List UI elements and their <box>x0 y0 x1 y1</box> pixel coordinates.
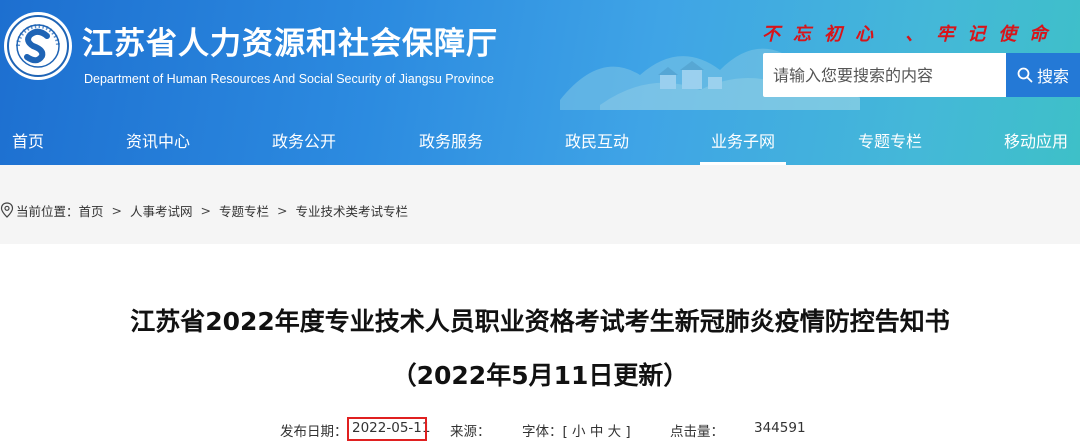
slogan-text: 不忘初心 、牢记使命 <box>762 24 1061 45</box>
breadcrumb: 当前位置： 首页 > 人事考试网 > 专题专栏 > 专业技术类考试专栏 <box>0 200 408 220</box>
breadcrumb-home[interactable]: 首页 <box>79 201 104 220</box>
date-highlight-box <box>347 417 427 441</box>
nav-item-gov-affairs[interactable]: 政务公开 <box>264 118 344 165</box>
article-panel <box>0 244 1080 444</box>
ministry-logo[interactable] <box>4 12 72 80</box>
article-title: 江苏省2022年度专业技术人员职业资格考试考生新冠肺炎疫情防控告知书 <box>130 307 950 336</box>
search-input[interactable] <box>763 53 1006 97</box>
nav-item-gov-services[interactable]: 政务服务 <box>411 118 491 165</box>
nav-item-mobile[interactable]: 移动应用 <box>996 118 1076 165</box>
breadcrumb-professional-exams[interactable]: 专业技术类考试专栏 <box>296 201 409 220</box>
breadcrumb-separator: > <box>277 202 288 218</box>
breadcrumb-exam-site[interactable]: 人事考试网 <box>130 201 193 220</box>
breadcrumb-separator: > <box>200 202 212 218</box>
main-nav: 首页 资讯中心 政务公开 政务服务 政民互动 业务子网 专题专栏 移动应用 <box>0 118 1080 165</box>
nav-item-subsites[interactable]: 业务子网 <box>700 118 786 165</box>
hit-count-label: 点击量： <box>670 424 724 440</box>
breadcrumb-special-topics[interactable]: 专题专栏 <box>219 201 269 220</box>
article-meta: 发布日期： 2022-05-11 来源： 字体：[ 小 中 大 ] 点击量： 3… <box>0 420 1080 440</box>
source-label: 来源： <box>450 424 491 440</box>
search-button-label: 搜索 <box>1036 67 1069 86</box>
site-header: 江苏省人力资源和社会保障厅 Department of Human Resour… <box>0 0 1080 165</box>
ministry-emblem-icon <box>7 15 69 77</box>
search-icon <box>1017 67 1033 83</box>
breadcrumb-separator: > <box>111 202 123 218</box>
nav-item-special-topics[interactable]: 专题专栏 <box>850 118 930 165</box>
search-button[interactable]: 搜索 <box>1006 53 1080 97</box>
nav-item-interaction[interactable]: 政民互动 <box>557 118 637 165</box>
location-pin-icon <box>0 202 14 218</box>
publish-date-label: 发布日期： <box>280 424 348 440</box>
breadcrumb-prefix: 当前位置： <box>16 203 79 219</box>
nav-item-home[interactable]: 首页 <box>0 118 56 165</box>
article-subtitle: （2022年5月11日更新） <box>391 361 689 390</box>
site-title-english: Department of Human Resources And Social… <box>84 72 494 86</box>
font-size-selector[interactable]: 字体：[ 小 中 大 ] <box>522 420 631 440</box>
site-title[interactable]: 江苏省人力资源和社会保障厅 <box>82 18 498 63</box>
hit-count: 344591 <box>754 420 806 436</box>
nav-item-news[interactable]: 资讯中心 <box>118 118 198 165</box>
